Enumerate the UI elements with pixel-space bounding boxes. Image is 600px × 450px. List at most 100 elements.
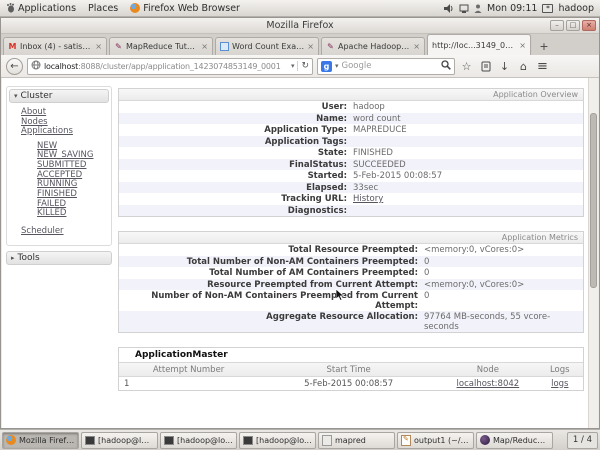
application-metrics-section: Application Metrics Total Resource Preem… [118,231,584,333]
cluster-accordion-header[interactable]: ▾ Cluster [9,89,109,103]
search-engine-dropdown-icon[interactable]: ▾ [335,62,339,70]
main-panel: Application Overview User: hadoop Name: wor… [118,88,584,405]
taskbar-item[interactable]: [hadoop@lo... [160,431,237,449]
gnome-top-panel: Applications Places Firefox Web Browser … [0,0,600,17]
downloads-icon[interactable]: ↓ [497,60,512,73]
firefox-launcher[interactable]: Firefox Web Browser [124,0,246,16]
url-path: :8088/cluster/app/application_1423074853… [78,61,281,71]
editor-icon [401,434,411,446]
row-value: FINISHED [353,148,393,158]
browser-tab[interactable]: ✎ MapReduce Tutorial × [109,37,213,55]
minimize-button[interactable]: – [550,20,564,31]
tools-header-label: Tools [17,252,40,263]
tab-close-icon[interactable]: × [201,42,208,51]
url-dropdown-icon[interactable]: ▾ [291,62,295,70]
sidebar-item-applications[interactable]: Applications [21,126,109,137]
close-button[interactable]: × [582,20,596,31]
row-label: Resource Preempted from Current Attempt: [207,279,418,290]
overview-rows: User: hadoop Name: word count Application Ty… [119,101,583,216]
back-button[interactable]: ← [6,57,23,75]
network-icon[interactable] [459,4,469,13]
metrics-row: Total Resource Preempted: <memory:0, vCor… [119,244,583,256]
taskbar-item[interactable]: Mozilla Firefox [2,431,79,449]
hadoop-icon: ✎ [327,42,334,51]
clock[interactable]: Mon 09:11 [487,3,537,14]
overview-row: Started: 5-Feb-2015 00:08:57 [119,170,583,182]
row-label: Application Type: [264,125,347,135]
row-value-link[interactable]: History [353,193,389,204]
menu-hamburger-icon[interactable]: ≡ [535,59,550,74]
metrics-row: Total Number of Non-AM Containers Preemp… [119,255,583,267]
site-identity-globe-icon[interactable] [31,60,41,72]
bookmark-star-icon[interactable]: ☆ [459,60,474,73]
search-go-icon[interactable] [441,59,451,73]
new-tab-button[interactable]: + [535,39,553,55]
taskbar-item[interactable]: [hadoop@loc... [81,431,158,449]
eclipse-icon [480,435,490,445]
places-menu[interactable]: Places [82,0,124,16]
browser-tab[interactable]: ✎ Apache Hadoop 2....× [321,37,425,55]
row-label: Number of Non-AM Containers Preempted fr… [151,291,418,311]
taskbar-item[interactable]: [hadoop@lo... [239,431,316,449]
url-bar[interactable]: localhost:8088/cluster/app/application_1… [27,57,313,75]
row-value: word count [353,113,401,124]
node-link[interactable]: localhost:8042 [457,379,520,389]
maximize-button[interactable]: □ [566,20,580,31]
overview-row: Elapsed: 33sec [119,181,583,193]
search-bar[interactable]: g ▾ Google [317,57,455,75]
row-value: 0 [424,268,430,278]
row-value: <memory:0, vCores:0> [424,245,525,255]
url-text[interactable]: localhost:8088/cluster/app/application_1… [44,62,288,71]
bookmarks-panel-icon[interactable] [478,61,493,72]
sidebar-state-killed[interactable]: KILLED [37,209,109,219]
tab-close-icon[interactable]: × [307,42,314,51]
tab-label: MapReduce Tutorial [126,42,199,51]
scrollbar-thumb[interactable] [590,113,597,288]
row-value: MAPREDUCE [353,125,407,135]
attempt-number-cell: 1 [124,378,130,389]
user-menu[interactable]: hadoop [558,3,594,14]
hadoop-icon: ✎ [115,42,122,51]
workspace-switcher[interactable]: 1 / 4 [566,431,598,449]
taskbar-item[interactable]: output1 (~/D... [397,431,474,449]
applications-menu-label: Applications [18,2,77,14]
row-label: FinalStatus: [289,159,347,170]
terminal-icon [85,435,95,445]
overview-row: Diagnostics: [119,204,583,216]
browser-tab[interactable]: http://loc...3149_0001 × [427,34,531,55]
row-value: <memory:0, vCores:0> [424,279,525,290]
sidebar-item-scheduler[interactable]: Scheduler [21,227,109,237]
row-value [353,136,583,137]
overview-row: Application Type: MAPREDUCE [119,124,583,136]
row-label: Total Number of Non-AM Containers Preemp… [186,256,418,267]
volume-icon[interactable] [444,3,454,13]
user-status-icon[interactable] [474,4,482,13]
tab-close-icon[interactable]: × [519,41,526,50]
home-icon[interactable]: ⌂ [516,60,531,73]
doc-icon [220,42,229,51]
metrics-row: Aggregate Resource Allocation: 97764 MB-s… [119,311,583,332]
tab-close-icon[interactable]: × [413,42,420,51]
overview-section-header: Application Overview [119,89,583,101]
applications-menu[interactable]: Applications [0,0,82,16]
overview-row: Tracking URL: History [119,193,583,205]
row-label: Application Tags: [264,136,347,147]
window-titlebar[interactable]: Mozilla Firefox – □ × [1,18,599,34]
taskbar-item[interactable]: Map/Reduce ... [476,431,553,449]
browser-tab[interactable]: M Inbox (4) - satish.... × [3,37,107,55]
google-engine-icon[interactable]: g [321,60,332,72]
reload-icon[interactable]: ↻ [297,61,309,71]
row-value: 0 [424,256,430,267]
keyboard-indicator-icon[interactable]: ⌗ [542,3,554,13]
row-label: Total Number of AM Containers Preempted: [209,268,418,278]
cluster-header-label: Cluster [20,91,53,101]
taskbar-items: Mozilla Firefox [hadoop@loc... [hadoop@lo.… [2,431,553,449]
start-time-cell: 5-Feb-2015 00:08:57 [304,378,394,389]
browser-tab[interactable]: Word Count Exam... × [215,37,319,55]
vertical-scrollbar[interactable] [588,78,598,428]
taskbar-item[interactable]: mapred [318,431,395,449]
tools-accordion-header[interactable]: ▸ Tools [6,250,112,265]
tab-close-icon[interactable]: × [95,42,102,51]
search-input[interactable]: Google [342,61,438,71]
logs-link[interactable]: logs [551,379,568,389]
